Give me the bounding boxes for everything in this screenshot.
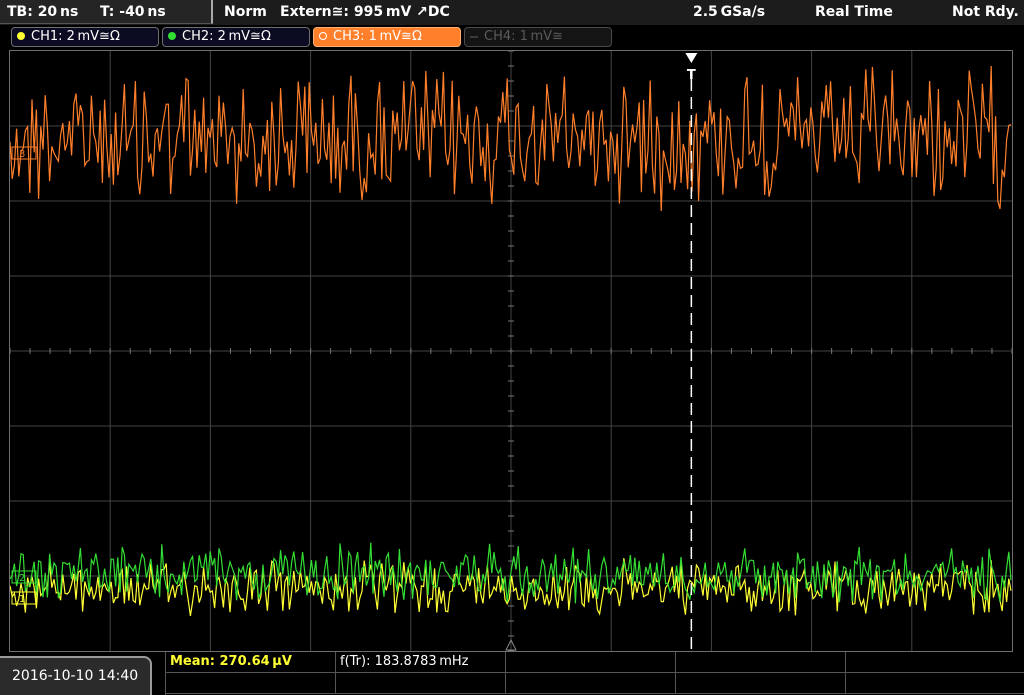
- sample-rate-label: 2.5 GSa/s: [693, 4, 766, 20]
- channel-3-label: CH3: 1 mV≅Ω: [333, 29, 422, 44]
- measurement-cell-empty-5[interactable]: [336, 673, 506, 694]
- status-bar: TB: 20 ns T: -40 ns Norm Extern≅: 995 mV…: [0, 0, 1024, 25]
- waveform-svg: T 3 2 1: [10, 51, 1012, 651]
- measurement-table: Mean: 270.64 µV f(Tr): 183.8783 mHz: [165, 652, 1024, 695]
- measurement-cell-empty-1[interactable]: [506, 652, 676, 673]
- trigger-mode-label[interactable]: Norm: [224, 0, 267, 24]
- measurement-cell-empty-8[interactable]: [846, 673, 1024, 694]
- measurement-cell-empty-4[interactable]: [166, 673, 336, 694]
- measurement-cell-empty-3[interactable]: [846, 652, 1024, 673]
- measurement-bar: 2016-10-10 14:40 Mean: 270.64 µV f(Tr): …: [0, 652, 1024, 695]
- channel-1-dot-icon: [17, 32, 25, 40]
- waveform-display[interactable]: T 3 2 1: [9, 50, 1013, 652]
- datetime-label: 2016-10-10 14:40: [12, 668, 139, 684]
- trigger-source-label[interactable]: Extern≅: 995 mV ↗DC: [280, 0, 450, 24]
- channel-2-label: CH2: 2 mV≅Ω: [182, 29, 271, 44]
- channel-2-marker-label: 2: [19, 573, 25, 584]
- acquisition-mode-label[interactable]: Real Time: [815, 0, 893, 24]
- measurement-cell-empty-2[interactable]: [676, 652, 846, 673]
- trigger-state-label: Not Rdy.: [952, 4, 1019, 20]
- trigger-time-label: T: -40 ns: [100, 4, 166, 20]
- measurement-cell-mean[interactable]: Mean: 270.64 µV: [166, 652, 336, 673]
- trigger-position-arrow-icon[interactable]: [685, 53, 698, 63]
- timebase-label: TB: 20 ns: [7, 4, 79, 20]
- measurement-cell-empty-7[interactable]: [676, 673, 846, 694]
- measurement-mean: Mean: 270.64 µV: [170, 654, 292, 669]
- datetime-panel: 2016-10-10 14:40: [0, 656, 152, 695]
- channel-4-dash-icon: [470, 36, 478, 38]
- channel-1-label: CH1: 2 mV≅Ω: [31, 29, 120, 44]
- timebase-panel[interactable]: TB: 20 ns T: -40 ns: [0, 0, 213, 24]
- channel-tab-ch4[interactable]: CH4: 1 mV≅: [464, 27, 612, 47]
- measurement-frequency: f(Tr): 183.8783 mHz: [340, 654, 469, 669]
- channel-3-marker-label: 3: [19, 149, 25, 160]
- measurement-cell-frequency[interactable]: f(Tr): 183.8783 mHz: [336, 652, 506, 673]
- channel-tabs: CH1: 2 mV≅Ω CH2: 2 mV≅Ω CH3: 1 mV≅Ω CH4:…: [0, 25, 1024, 49]
- channel-tab-ch2[interactable]: CH2: 2 mV≅Ω: [162, 27, 310, 47]
- channel-tab-ch1[interactable]: CH1: 2 mV≅Ω: [11, 27, 159, 47]
- channel-1-marker-label: 1: [19, 594, 25, 605]
- trigger-position-marker: T: [687, 68, 696, 83]
- channel-4-label: CH4: 1 mV≅: [484, 29, 563, 44]
- channel-3-dot-icon: [319, 32, 327, 40]
- measurement-cell-empty-6[interactable]: [506, 673, 676, 694]
- channel-tab-ch3[interactable]: CH3: 1 mV≅Ω: [313, 27, 461, 47]
- channel-2-dot-icon: [168, 32, 176, 40]
